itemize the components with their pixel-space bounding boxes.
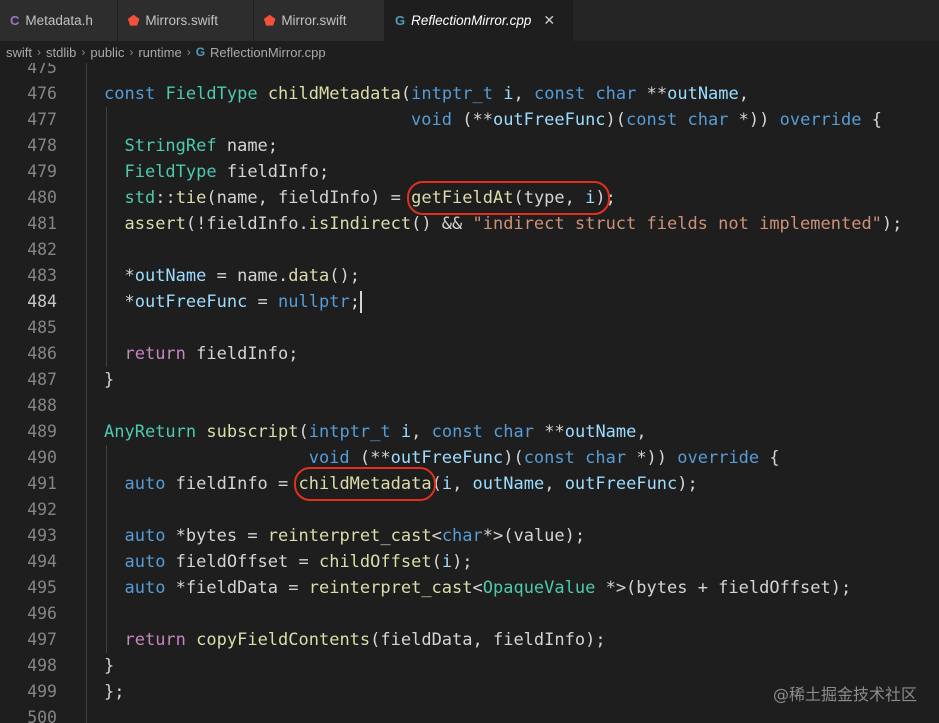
line-number: 483 [27, 266, 57, 285]
line-number: 484 [27, 292, 57, 311]
code-line[interactable]: 476 const FieldType childMetadata(intptr_… [0, 81, 939, 107]
line-number: 493 [27, 526, 57, 545]
line-number: 481 [27, 214, 57, 233]
code-line[interactable]: 482 [0, 237, 939, 263]
tab-label: Metadata.h [25, 13, 93, 28]
cpp-file-icon: G [195, 45, 206, 59]
code-line[interactable]: 487} [0, 367, 939, 393]
code-text: auto fieldOffset = childOffset(i); [124, 552, 473, 572]
code-text: void (**outFreeFunc)(const char *)) over… [308, 448, 780, 468]
line-number: 492 [27, 500, 57, 519]
indent-guide [86, 63, 87, 723]
chevron-right-icon: › [81, 45, 86, 59]
code-editor[interactable]: 475 476 const FieldType childMetadata(intp… [0, 63, 939, 723]
line-number: 498 [27, 656, 57, 675]
code-line[interactable]: 495 auto *fieldData = reinterpret_cast<O… [0, 575, 939, 601]
close-icon[interactable]: ✕ [543, 12, 555, 29]
line-number: 475 [27, 63, 57, 77]
highlight-circle-childmetadata [294, 467, 436, 501]
highlight-circle-getfieldat [407, 181, 610, 215]
code-line[interactable]: 475 [0, 63, 939, 81]
line-number: 490 [27, 448, 57, 467]
line-number: 485 [27, 318, 57, 337]
watermark: @稀土掘金技术社区 [772, 685, 917, 704]
line-number: 494 [27, 552, 57, 571]
tab-label: Mirrors.swift [145, 13, 219, 28]
code-line[interactable]: 491 auto fieldInfo = childMetadata(i, ou… [0, 471, 939, 497]
tab-mirror-swift[interactable]: ⬟ Mirror.swift [254, 0, 385, 41]
indent-guide [106, 107, 107, 367]
code-text: } [104, 370, 115, 390]
line-number: 491 [27, 474, 57, 493]
code-text: FieldType fieldInfo; [124, 162, 330, 182]
code-text: auto *bytes = reinterpret_cast<char*>(va… [124, 526, 586, 546]
code-text: *outName = name.data(); [104, 266, 360, 286]
line-number: 480 [27, 188, 57, 207]
tab-label: ReflectionMirror.cpp [411, 13, 532, 28]
code-line[interactable]: 484 *outFreeFunc = nullptr; [0, 289, 939, 315]
code-line[interactable]: 490 void (**outFreeFunc)(const char *)) … [0, 445, 939, 471]
code-text: const FieldType childMetadata(intptr_t i… [104, 84, 750, 104]
tab-reflectionmirror-cpp[interactable]: G ReflectionMirror.cpp ✕ [385, 0, 573, 41]
indent-guide [106, 445, 107, 653]
line-number: 500 [27, 708, 57, 723]
swift-file-icon: ⬟ [264, 12, 276, 28]
tab-metadata-h[interactable]: C Metadata.h [0, 0, 118, 41]
code-text: }; [104, 682, 125, 702]
code-text: auto *fieldData = reinterpret_cast<Opaqu… [124, 578, 852, 598]
line-number: 486 [27, 344, 57, 363]
tab-mirrors-swift[interactable]: ⬟ Mirrors.swift [118, 0, 254, 41]
code-text: void (**outFreeFunc)(const char *)) over… [411, 110, 882, 130]
code-text: return copyFieldContents(fieldData, fiel… [124, 630, 606, 650]
code-line[interactable]: 498} [0, 653, 939, 679]
breadcrumb-runtime[interactable]: runtime [138, 45, 181, 60]
line-number: 477 [27, 110, 57, 129]
line-number: 487 [27, 370, 57, 389]
line-number: 496 [27, 604, 57, 623]
text-cursor [359, 291, 362, 313]
line-number: 478 [27, 136, 57, 155]
code-line[interactable]: 483 *outName = name.data(); [0, 263, 939, 289]
cpp-file-icon: G [395, 13, 406, 28]
line-number: 497 [27, 630, 57, 649]
c-file-icon: C [10, 13, 20, 28]
code-line[interactable]: 492 [0, 497, 939, 523]
code-text: } [104, 656, 115, 676]
breadcrumb: swift › stdlib › public › runtime › G Re… [0, 41, 939, 63]
code-line[interactable]: 497 return copyFieldContents(fieldData, … [0, 627, 939, 653]
chevron-right-icon: › [129, 45, 134, 59]
code-line[interactable]: 496 [0, 601, 939, 627]
line-number: 488 [27, 396, 57, 415]
code-text: StringRef name; [124, 136, 279, 156]
code-line[interactable]: 485 [0, 315, 939, 341]
line-number: 482 [27, 240, 57, 259]
line-number: 479 [27, 162, 57, 181]
code-line[interactable]: 489 AnyReturn subscript(intptr_t i, const… [0, 419, 939, 445]
code-line[interactable]: 493 auto *bytes = reinterpret_cast<char*… [0, 523, 939, 549]
code-line[interactable]: 486 return fieldInfo; [0, 341, 939, 367]
line-number: 476 [27, 84, 57, 103]
code-text: AnyReturn subscript(intptr_t i, const ch… [104, 422, 647, 442]
breadcrumb-file-label: ReflectionMirror.cpp [210, 44, 326, 60]
breadcrumb-public[interactable]: public [90, 45, 124, 60]
code-line[interactable]: 477 void (**outFreeFunc)(const char *)) … [0, 107, 939, 133]
breadcrumb-stdlib[interactable]: stdlib [46, 45, 76, 60]
line-number: 495 [27, 578, 57, 597]
code-line[interactable]: 500 [0, 705, 939, 723]
line-number: 499 [27, 682, 57, 701]
chevron-right-icon: › [37, 45, 41, 59]
chevron-right-icon: › [186, 45, 191, 59]
code-line[interactable]: 488 [0, 393, 939, 419]
code-line[interactable]: 478 StringRef name; [0, 133, 939, 159]
tab-label: Mirror.swift [281, 13, 347, 28]
swift-file-icon: ⬟ [128, 12, 140, 28]
tab-bar: C Metadata.h ⬟ Mirrors.swift ⬟ Mirror.sw… [0, 0, 939, 41]
breadcrumb-swift[interactable]: swift [6, 45, 32, 60]
code-line[interactable]: 494 auto fieldOffset = childOffset(i); [0, 549, 939, 575]
code-text: *outFreeFunc = nullptr; [104, 292, 360, 312]
breadcrumb-file[interactable]: G ReflectionMirror.cpp [196, 45, 326, 60]
code-text: return fieldInfo; [124, 344, 299, 364]
line-number: 489 [27, 422, 57, 441]
